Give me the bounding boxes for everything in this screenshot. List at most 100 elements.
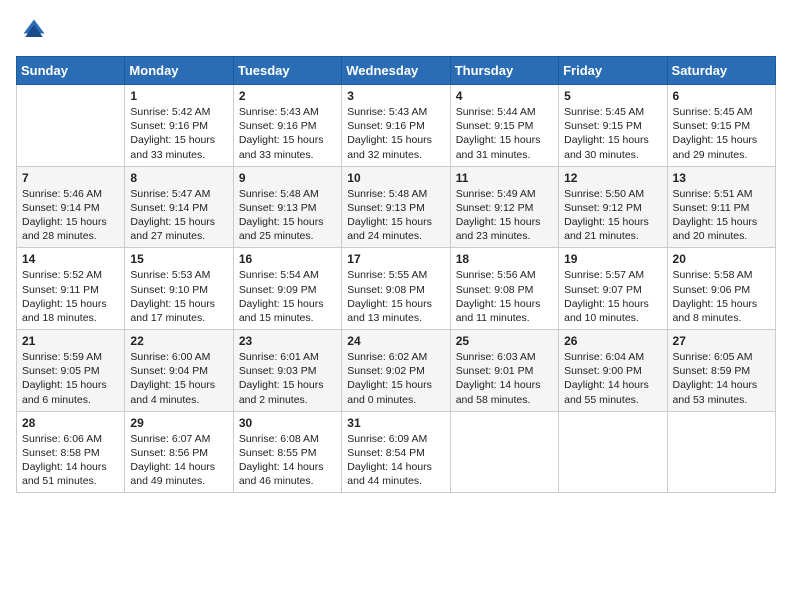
calendar-cell: 24Sunrise: 6:02 AM Sunset: 9:02 PM Dayli… bbox=[342, 330, 450, 412]
cell-info: Sunrise: 5:49 AM Sunset: 9:12 PM Dayligh… bbox=[456, 187, 553, 244]
calendar-week-row: 14 Sunrise: 5:52 AM Sunset: 9:11 PM Dayli… bbox=[17, 248, 776, 330]
cell-info: Sunrise: 5:51 AM Sunset: 9:11 PM Dayligh… bbox=[673, 187, 770, 244]
day-number: 30 bbox=[239, 416, 336, 430]
day-number: 11 bbox=[456, 171, 553, 185]
calendar-cell: 18 Sunrise: 5:56 AM Sunset: 9:08 PM Dayli… bbox=[450, 248, 558, 330]
cell-info: Sunrise: 6:02 AM Sunset: 9:02 PM Dayligh… bbox=[347, 350, 444, 407]
day-number: 8 bbox=[130, 171, 227, 185]
calendar-table: SundayMondayTuesdayWednesdayThursdayFrid… bbox=[16, 56, 776, 493]
calendar-cell: 10 Sunrise: 5:48 AM Sunset: 9:13 PM Dayli… bbox=[342, 166, 450, 248]
cell-info: Sunrise: 5:43 AM Sunset: 9:16 PM Dayligh… bbox=[347, 105, 444, 162]
calendar-cell: 28 Sunrise: 6:06 AM Sunset: 8:58 PM Dayli… bbox=[17, 411, 125, 493]
day-number: 5 bbox=[564, 89, 661, 103]
day-header-friday: Friday bbox=[559, 57, 667, 85]
day-number: 9 bbox=[239, 171, 336, 185]
calendar-cell: 14 Sunrise: 5:52 AM Sunset: 9:11 PM Dayli… bbox=[17, 248, 125, 330]
day-header-saturday: Saturday bbox=[667, 57, 775, 85]
day-number: 29 bbox=[130, 416, 227, 430]
day-number: 3 bbox=[347, 89, 444, 103]
calendar-cell: 30 Sunrise: 6:08 AM Sunset: 8:55 PM Dayli… bbox=[233, 411, 341, 493]
day-number: 28 bbox=[22, 416, 119, 430]
day-number: 1 bbox=[130, 89, 227, 103]
day-number: 2 bbox=[239, 89, 336, 103]
day-number: 27 bbox=[673, 334, 770, 348]
calendar-cell: 21Sunrise: 5:59 AM Sunset: 9:05 PM Dayli… bbox=[17, 330, 125, 412]
calendar-cell: 1 Sunrise: 5:42 AM Sunset: 9:16 PM Daylig… bbox=[125, 85, 233, 167]
logo-icon bbox=[20, 16, 48, 44]
day-number: 10 bbox=[347, 171, 444, 185]
cell-info: Sunrise: 5:54 AM Sunset: 9:09 PM Dayligh… bbox=[239, 268, 336, 325]
day-number: 7 bbox=[22, 171, 119, 185]
cell-info: Sunrise: 6:00 AM Sunset: 9:04 PM Dayligh… bbox=[130, 350, 227, 407]
calendar-cell bbox=[17, 85, 125, 167]
calendar-cell: 29 Sunrise: 6:07 AM Sunset: 8:56 PM Dayli… bbox=[125, 411, 233, 493]
calendar-cell: 15 Sunrise: 5:53 AM Sunset: 9:10 PM Dayli… bbox=[125, 248, 233, 330]
calendar-week-row: 21Sunrise: 5:59 AM Sunset: 9:05 PM Dayli… bbox=[17, 330, 776, 412]
cell-info: Sunrise: 6:06 AM Sunset: 8:58 PM Dayligh… bbox=[22, 432, 119, 489]
cell-info: Sunrise: 5:45 AM Sunset: 9:15 PM Dayligh… bbox=[673, 105, 770, 162]
cell-info: Sunrise: 5:56 AM Sunset: 9:08 PM Dayligh… bbox=[456, 268, 553, 325]
calendar-week-row: 28 Sunrise: 6:06 AM Sunset: 8:58 PM Dayli… bbox=[17, 411, 776, 493]
day-number: 12 bbox=[564, 171, 661, 185]
calendar-header-row: SundayMondayTuesdayWednesdayThursdayFrid… bbox=[17, 57, 776, 85]
cell-info: Sunrise: 5:55 AM Sunset: 9:08 PM Dayligh… bbox=[347, 268, 444, 325]
calendar-week-row: 1 Sunrise: 5:42 AM Sunset: 9:16 PM Daylig… bbox=[17, 85, 776, 167]
calendar-cell: 13 Sunrise: 5:51 AM Sunset: 9:11 PM Dayli… bbox=[667, 166, 775, 248]
cell-info: Sunrise: 5:58 AM Sunset: 9:06 PM Dayligh… bbox=[673, 268, 770, 325]
day-number: 4 bbox=[456, 89, 553, 103]
cell-info: Sunrise: 5:46 AM Sunset: 9:14 PM Dayligh… bbox=[22, 187, 119, 244]
cell-info: Sunrise: 6:07 AM Sunset: 8:56 PM Dayligh… bbox=[130, 432, 227, 489]
calendar-week-row: 7 Sunrise: 5:46 AM Sunset: 9:14 PM Daylig… bbox=[17, 166, 776, 248]
calendar-cell: 3 Sunrise: 5:43 AM Sunset: 9:16 PM Daylig… bbox=[342, 85, 450, 167]
day-header-monday: Monday bbox=[125, 57, 233, 85]
day-number: 25 bbox=[456, 334, 553, 348]
cell-info: Sunrise: 5:44 AM Sunset: 9:15 PM Dayligh… bbox=[456, 105, 553, 162]
cell-info: Sunrise: 5:47 AM Sunset: 9:14 PM Dayligh… bbox=[130, 187, 227, 244]
cell-info: Sunrise: 5:45 AM Sunset: 9:15 PM Dayligh… bbox=[564, 105, 661, 162]
calendar-cell: 9Sunrise: 5:48 AM Sunset: 9:13 PM Daylig… bbox=[233, 166, 341, 248]
page-header bbox=[16, 16, 776, 44]
calendar-cell: 16Sunrise: 5:54 AM Sunset: 9:09 PM Dayli… bbox=[233, 248, 341, 330]
day-header-wednesday: Wednesday bbox=[342, 57, 450, 85]
calendar-cell: 11 Sunrise: 5:49 AM Sunset: 9:12 PM Dayli… bbox=[450, 166, 558, 248]
cell-info: Sunrise: 6:01 AM Sunset: 9:03 PM Dayligh… bbox=[239, 350, 336, 407]
day-number: 13 bbox=[673, 171, 770, 185]
day-number: 18 bbox=[456, 252, 553, 266]
calendar-cell: 31Sunrise: 6:09 AM Sunset: 8:54 PM Dayli… bbox=[342, 411, 450, 493]
cell-info: Sunrise: 6:04 AM Sunset: 9:00 PM Dayligh… bbox=[564, 350, 661, 407]
day-header-tuesday: Tuesday bbox=[233, 57, 341, 85]
calendar-cell: 19Sunrise: 5:57 AM Sunset: 9:07 PM Dayli… bbox=[559, 248, 667, 330]
calendar-cell: 7 Sunrise: 5:46 AM Sunset: 9:14 PM Daylig… bbox=[17, 166, 125, 248]
calendar-cell bbox=[450, 411, 558, 493]
day-number: 20 bbox=[673, 252, 770, 266]
day-number: 17 bbox=[347, 252, 444, 266]
day-number: 6 bbox=[673, 89, 770, 103]
day-header-thursday: Thursday bbox=[450, 57, 558, 85]
cell-info: Sunrise: 5:48 AM Sunset: 9:13 PM Dayligh… bbox=[347, 187, 444, 244]
cell-info: Sunrise: 5:53 AM Sunset: 9:10 PM Dayligh… bbox=[130, 268, 227, 325]
cell-info: Sunrise: 5:52 AM Sunset: 9:11 PM Dayligh… bbox=[22, 268, 119, 325]
day-number: 23 bbox=[239, 334, 336, 348]
logo bbox=[16, 16, 48, 44]
calendar-cell: 26Sunrise: 6:04 AM Sunset: 9:00 PM Dayli… bbox=[559, 330, 667, 412]
calendar-cell bbox=[559, 411, 667, 493]
calendar-cell: 12 Sunrise: 5:50 AM Sunset: 9:12 PM Dayli… bbox=[559, 166, 667, 248]
calendar-cell bbox=[667, 411, 775, 493]
cell-info: Sunrise: 5:42 AM Sunset: 9:16 PM Dayligh… bbox=[130, 105, 227, 162]
cell-info: Sunrise: 6:09 AM Sunset: 8:54 PM Dayligh… bbox=[347, 432, 444, 489]
day-number: 15 bbox=[130, 252, 227, 266]
day-number: 14 bbox=[22, 252, 119, 266]
cell-info: Sunrise: 5:50 AM Sunset: 9:12 PM Dayligh… bbox=[564, 187, 661, 244]
cell-info: Sunrise: 6:03 AM Sunset: 9:01 PM Dayligh… bbox=[456, 350, 553, 407]
calendar-cell: 27Sunrise: 6:05 AM Sunset: 8:59 PM Dayli… bbox=[667, 330, 775, 412]
cell-info: Sunrise: 6:08 AM Sunset: 8:55 PM Dayligh… bbox=[239, 432, 336, 489]
calendar-cell: 23 Sunrise: 6:01 AM Sunset: 9:03 PM Dayli… bbox=[233, 330, 341, 412]
calendar-cell: 20 Sunrise: 5:58 AM Sunset: 9:06 PM Dayli… bbox=[667, 248, 775, 330]
calendar-cell: 6 Sunrise: 5:45 AM Sunset: 9:15 PM Daylig… bbox=[667, 85, 775, 167]
calendar-cell: 25 Sunrise: 6:03 AM Sunset: 9:01 PM Dayli… bbox=[450, 330, 558, 412]
cell-info: Sunrise: 5:59 AM Sunset: 9:05 PM Dayligh… bbox=[22, 350, 119, 407]
calendar-cell: 17 Sunrise: 5:55 AM Sunset: 9:08 PM Dayli… bbox=[342, 248, 450, 330]
calendar-cell: 2Sunrise: 5:43 AM Sunset: 9:16 PM Daylig… bbox=[233, 85, 341, 167]
day-number: 22 bbox=[130, 334, 227, 348]
cell-info: Sunrise: 5:57 AM Sunset: 9:07 PM Dayligh… bbox=[564, 268, 661, 325]
